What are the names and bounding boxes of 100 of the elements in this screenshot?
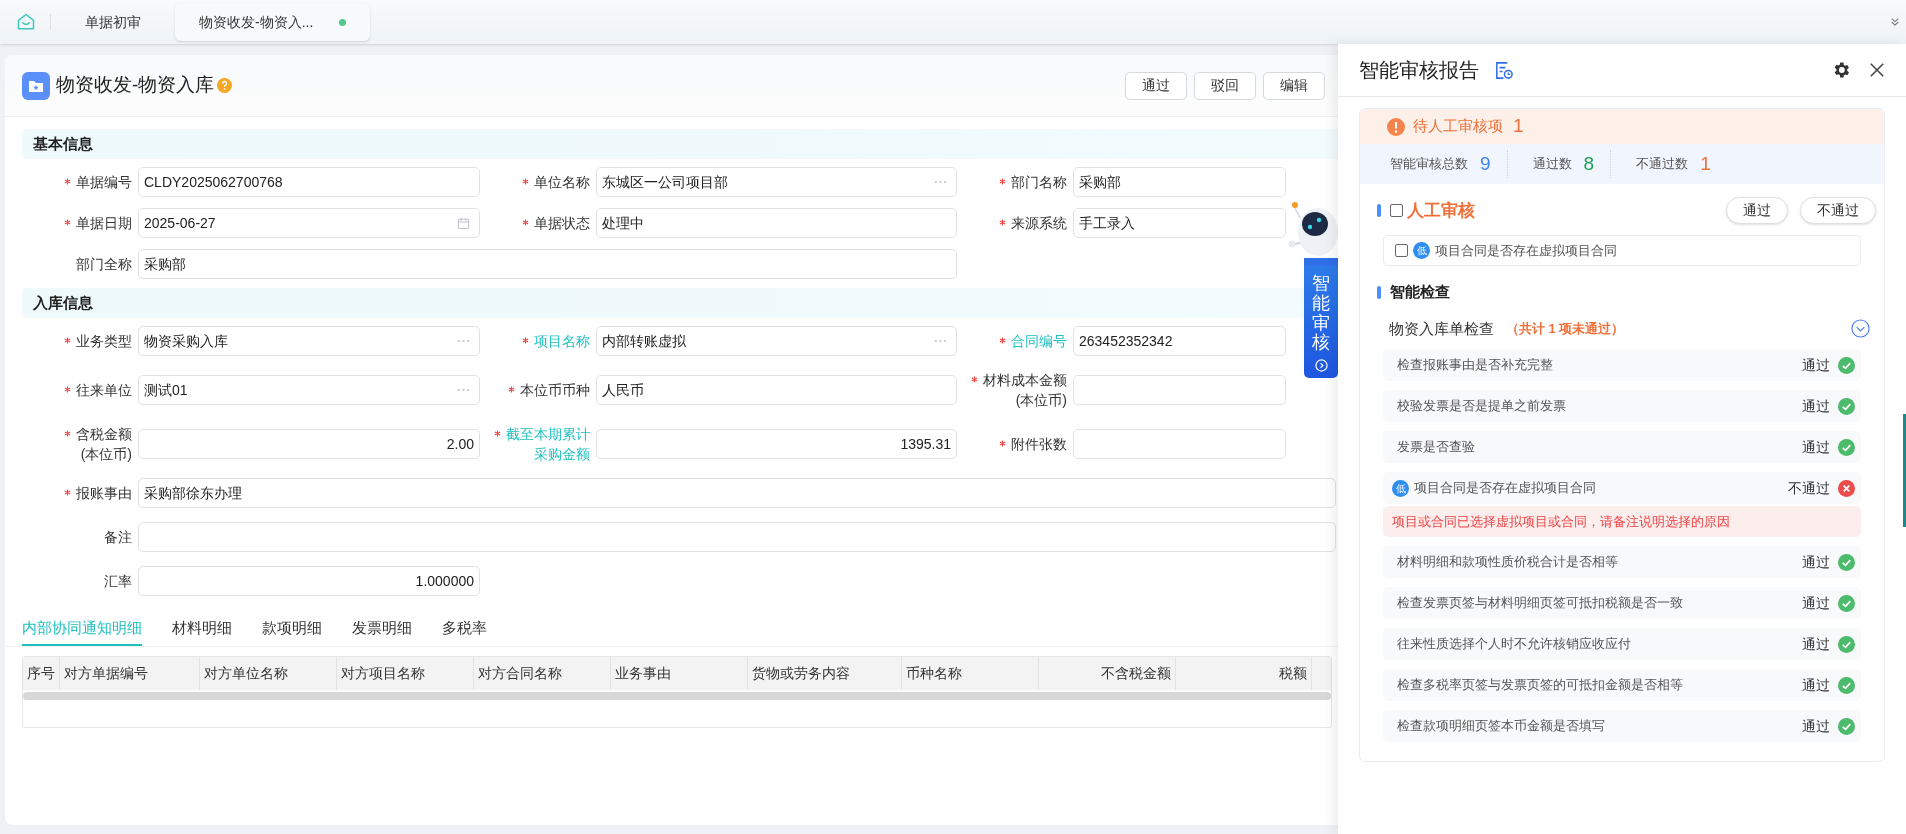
error-message: 项目或合同已选择虚拟项目或合同，请备注说明选择的原因 (1383, 506, 1861, 537)
check-text: 材料明细和款项性质价税合计是否相等 (1397, 553, 1619, 572)
level-badge: 低 (1392, 479, 1409, 497)
assistant-tab[interactable]: 智能审核 (1304, 266, 1338, 379)
alert-label: 待人工审核项 (1413, 116, 1503, 137)
check-result: 通过 (1802, 634, 1830, 654)
group-summary: （共计 1 项未通过） (1506, 320, 1625, 338)
input-field[interactable]: CLDY2025062700768 (138, 167, 480, 197)
stat-label: 智能审核总数 (1390, 155, 1468, 174)
column-header: 对方项目名称 (337, 657, 474, 690)
calendar-icon[interactable] (457, 216, 470, 230)
review-item[interactable]: 低 项目合同是否存在虚拟项目合同 (1383, 235, 1861, 266)
section-title: 入库信息 (33, 292, 93, 313)
field-label: 备注 (104, 528, 132, 547)
help-icon[interactable] (217, 78, 233, 93)
input-field[interactable]: 测试01 (138, 375, 480, 405)
field-label: (本位币) (80, 445, 132, 464)
home-icon[interactable] (16, 12, 36, 32)
input-field[interactable]: 东城区一公司项目部 (596, 167, 957, 197)
input-field[interactable]: 2025-06-27 (138, 208, 480, 238)
check-result: 不通过 (1788, 478, 1830, 498)
checkbox[interactable] (1390, 204, 1403, 217)
field-label: 报账事由 (76, 484, 132, 503)
input-field[interactable] (1073, 429, 1286, 459)
folder-icon (22, 71, 50, 100)
column-header: 不含税金额 (1039, 657, 1176, 690)
detail-tab[interactable]: 材料明细 (172, 612, 232, 646)
input-field[interactable]: 1.000000 (138, 566, 480, 596)
more-icon[interactable] (934, 339, 947, 343)
input-field[interactable]: 手工录入 (1073, 208, 1286, 238)
warning-icon (1387, 117, 1405, 136)
stat-label: 通过数 (1532, 155, 1572, 174)
field-label: 材料成本金额 (983, 371, 1067, 390)
input-field[interactable]: 物资采购入库 (138, 326, 480, 356)
field-label: 单据日期 (76, 214, 132, 233)
detail-tab[interactable]: 发票明细 (352, 612, 412, 646)
input-field[interactable]: 2.00 (138, 429, 480, 459)
field-label: 来源系统 (1011, 214, 1067, 233)
input-field[interactable]: 263452352342 (1073, 326, 1286, 356)
more-icon[interactable] (457, 388, 470, 392)
column-header: 对方单据编号 (60, 657, 200, 690)
group-title: 物资入库单检查 (1389, 318, 1494, 339)
more-icon[interactable] (457, 339, 470, 343)
input-field[interactable]: 1395.31 (596, 429, 957, 459)
arrow-right-icon[interactable] (1314, 359, 1328, 373)
detail-tab[interactable]: 款项明细 (262, 612, 322, 646)
input-field[interactable]: 内部转账虚拟 (596, 326, 957, 356)
input-field[interactable]: 采购部 (138, 249, 957, 279)
scrollbar[interactable] (1903, 414, 1906, 527)
alert-count: 1 (1513, 114, 1524, 139)
toolbar-button[interactable]: 编辑 (1263, 71, 1325, 100)
check-text: 检查多税率页签与发票页签的可抵扣金额是否相等 (1397, 676, 1684, 695)
column-header: 对方单位名称 (200, 657, 337, 690)
input-field[interactable] (1073, 375, 1286, 405)
toolbar-button[interactable]: 驳回 (1194, 71, 1256, 100)
input-field[interactable]: 人民币 (596, 375, 957, 405)
detail-tab[interactable]: 多税率 (442, 612, 487, 646)
field-label: 附件张数 (1011, 435, 1067, 454)
check-text: 检查发票页签与材料明细页签可抵扣税额是否一致 (1397, 594, 1684, 613)
report-icon[interactable] (1493, 59, 1514, 81)
collapse-icon[interactable] (1851, 319, 1870, 339)
field-label: 部门全称 (76, 255, 132, 274)
checkbox[interactable] (1395, 244, 1408, 257)
nav-tab[interactable]: 物资收发-物资入... (175, 3, 371, 41)
field-label: 本位币币种 (520, 381, 590, 400)
page-title: 物资收发-物资入库 (56, 73, 215, 98)
input-field[interactable]: 采购部徐东办理 (138, 478, 1336, 508)
close-icon[interactable] (1869, 62, 1885, 78)
stat-value: 1 (1700, 151, 1711, 176)
column-header: 币种名称 (902, 657, 1039, 690)
more-icon[interactable] (934, 180, 947, 184)
input-field[interactable] (138, 522, 1336, 552)
column-header: 对方合同名称 (474, 657, 611, 690)
input-field[interactable]: 处理中 (596, 208, 957, 238)
field-label: 单位名称 (534, 173, 590, 192)
section-title: 人工审核 (1407, 199, 1475, 222)
input-field[interactable]: 采购部 (1073, 167, 1286, 197)
review-button[interactable]: 不通过 (1800, 197, 1876, 224)
level-badge: 低 (1413, 242, 1430, 259)
check-result: 通过 (1802, 437, 1830, 457)
review-button[interactable]: 通过 (1726, 197, 1788, 224)
check-result: 通过 (1802, 396, 1830, 416)
check-text: 检查款项明细页签本币金额是否填写 (1397, 717, 1606, 736)
field-label: 往来单位 (76, 381, 132, 400)
field-label: 含税金额 (76, 425, 132, 444)
check-text: 项目合同是否存在虚拟项目合同 (1414, 479, 1597, 498)
field-label: 汇率 (104, 572, 132, 591)
scrollbar[interactable] (23, 692, 1331, 700)
panel-title: 智能审核报告 (1359, 58, 1479, 83)
nav-tab[interactable]: 单据初审 (61, 3, 165, 41)
field-label: 部门名称 (1011, 173, 1067, 192)
check-result: 通过 (1802, 552, 1830, 572)
toolbar-button[interactable]: 通过 (1125, 71, 1187, 100)
check-result: 通过 (1802, 675, 1830, 695)
accent-bar (1377, 204, 1381, 217)
field-label: 采购金额 (534, 445, 590, 464)
check-result: 通过 (1802, 355, 1830, 375)
expand-icon[interactable] (1890, 17, 1900, 27)
check-result: 通过 (1802, 716, 1830, 736)
field-label: 单据状态 (534, 214, 590, 233)
